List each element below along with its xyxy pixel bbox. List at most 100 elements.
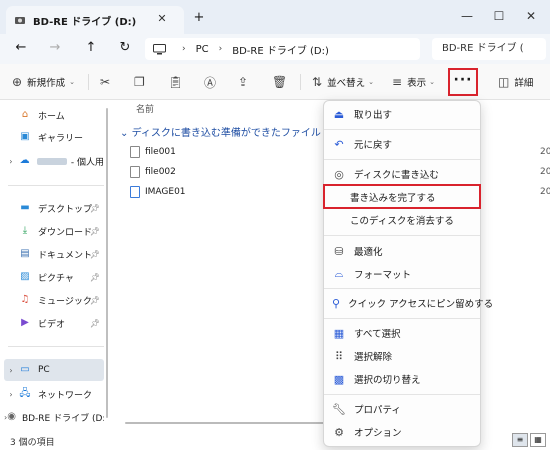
details-button[interactable]: ◫ 詳細: [498, 72, 533, 92]
menu-item-label: 選択解除: [354, 352, 393, 363]
forward-button[interactable]: →: [44, 37, 66, 59]
file-row[interactable]: file002: [130, 163, 176, 181]
sidebar-item-label: - 個人用: [70, 157, 104, 168]
menu-item-select-all[interactable]: ▦ すべて選択: [328, 322, 476, 344]
select-none-icon: ⠿: [334, 349, 344, 363]
music-icon: ♫: [20, 294, 30, 305]
menu-item-label: 取り出す: [354, 110, 393, 121]
breadcrumb-drive[interactable]: BD-RE ドライブ (D:): [232, 42, 329, 57]
menu-item-burn-to-disc[interactable]: ◎ ディスクに書き込む: [328, 163, 476, 185]
maximize-button[interactable]: ☐: [484, 7, 514, 25]
sidebar-item-pc[interactable]: › ▭ PC: [4, 359, 104, 381]
sidebar-item-documents[interactable]: ▤ ドキュメント 📌︎: [4, 243, 104, 265]
menu-item-undo[interactable]: ↶ 元に戻す: [328, 133, 476, 155]
pin-icon: ⚲: [332, 296, 341, 310]
copy-icon[interactable]: ❐: [134, 72, 150, 92]
sidebar-item-gallery[interactable]: ▣ ギャラリー: [4, 126, 104, 148]
optimize-icon: ⛁: [334, 244, 344, 258]
tab-close-button[interactable]: ✕: [152, 10, 172, 28]
menu-item-select-none[interactable]: ⠿ 選択解除: [328, 345, 476, 367]
sidebar-item-label: BD-RE ドライブ (D:: [21, 413, 104, 424]
chevron-down-icon: ⌄: [368, 78, 374, 86]
cut-icon[interactable]: ✂: [100, 72, 115, 92]
back-button[interactable]: ←: [10, 37, 32, 59]
sidebar-item-home[interactable]: ⌂ ホーム: [4, 104, 104, 126]
sidebar-item-label: ネットワーク: [38, 390, 93, 401]
view-button[interactable]: ≡ 表示 ⌄: [392, 72, 435, 92]
chevron-right-icon[interactable]: ›: [4, 157, 18, 166]
minimize-button[interactable]: —: [452, 7, 482, 25]
new-tab-button[interactable]: +: [190, 9, 208, 27]
desktop-icon: ▬: [20, 202, 30, 213]
burn-disc-icon: ◎: [334, 167, 344, 181]
pin-icon: 📌︎: [89, 249, 100, 259]
rename-icon[interactable]: Ⓐ: [204, 72, 221, 92]
file-name: file002: [145, 167, 176, 177]
sidebar-item-onedrive[interactable]: › ☁ - 個人用: [4, 150, 104, 172]
share-icon[interactable]: ⇪: [238, 72, 253, 92]
toolbar-divider: [300, 74, 301, 90]
menu-item-properties[interactable]: 🔧︎ プロパティ: [328, 398, 476, 420]
menu-item-label: 選択の切り替え: [354, 375, 421, 386]
pictures-icon: ▨: [20, 271, 30, 282]
delete-icon[interactable]: 🗑︎: [272, 72, 292, 92]
menu-item-format[interactable]: ⌓ フォーマット: [328, 263, 476, 285]
sort-button-label: 並べ替え: [327, 78, 366, 89]
disc-drive-icon: ◉: [7, 411, 16, 422]
onedrive-icon: ☁: [19, 155, 30, 166]
column-header-name[interactable]: 名前: [136, 102, 154, 115]
search-input[interactable]: BD-RE ドライブ (: [432, 38, 546, 60]
file-icon: [130, 146, 140, 158]
menu-item-optimize[interactable]: ⛁ 最適化: [328, 240, 476, 262]
sidebar-item-network[interactable]: › 🖧︎ ネットワーク: [4, 383, 104, 405]
properties-icon: 🔧︎: [332, 402, 346, 416]
sort-button[interactable]: ⇅ 並べ替え ⌄: [312, 72, 374, 92]
details-view-icon[interactable]: ≡: [512, 433, 528, 447]
menu-item-invert-selection[interactable]: ▩ 選択の切り替え: [328, 368, 476, 390]
group-header[interactable]: ⌄ ディスクに書き込む準備ができたファイル: [120, 124, 321, 139]
menu-item-options[interactable]: ⚙ オプション: [328, 421, 476, 443]
chevron-right-icon: ›: [218, 44, 223, 54]
highlight-box: [323, 184, 481, 209]
sidebar-item-bd-drive[interactable]: › ◉ BD-RE ドライブ (D:: [4, 406, 104, 428]
address-bar[interactable]: › PC › BD-RE ドライブ (D:): [145, 38, 420, 60]
up-button[interactable]: ↑: [80, 37, 102, 59]
refresh-button[interactable]: ↻: [114, 37, 136, 59]
sidebar-item-downloads[interactable]: ⤓ ダウンロード 📌︎: [4, 220, 104, 242]
new-button[interactable]: ⊕ 新規作成 ⌄: [12, 72, 75, 92]
menu-divider: [324, 318, 480, 319]
breadcrumb-pc[interactable]: PC: [196, 44, 209, 55]
chevron-right-icon[interactable]: ›: [4, 366, 18, 375]
paste-icon[interactable]: 📋︎: [168, 72, 188, 92]
tiles-view-icon[interactable]: ▦: [530, 433, 546, 447]
sidebar-item-desktop[interactable]: ▬ デスクトップ 📌︎: [4, 197, 104, 219]
sidebar-item-label: ピクチャ: [38, 273, 74, 284]
sort-icon: ⇅: [312, 75, 323, 89]
chevron-right-icon[interactable]: ›: [4, 390, 18, 399]
menu-item-label: ディスクに書き込む: [354, 170, 439, 181]
menu-item-label: 最適化: [354, 247, 383, 258]
sidebar-item-label: ビデオ: [38, 319, 66, 330]
sidebar-item-music[interactable]: ♫ ミュージック 📌︎: [4, 289, 104, 311]
horizontal-scrollbar[interactable]: [125, 422, 325, 424]
file-row[interactable]: IMAGE01: [130, 183, 186, 201]
close-button[interactable]: ✕: [516, 7, 546, 25]
sidebar-item-label: ホーム: [38, 111, 65, 122]
view-button-label: 表示: [407, 78, 427, 89]
see-more-button[interactable]: ···: [448, 68, 478, 96]
sidebar-item-label: ギャラリー: [38, 133, 84, 144]
file-row[interactable]: file001: [130, 143, 176, 161]
menu-item-pin-quick-access[interactable]: ⚲ クイック アクセスにピン留めする: [328, 292, 493, 314]
sidebar-scrollbar[interactable]: [106, 108, 108, 418]
network-icon: 🖧︎: [19, 388, 31, 399]
date-column-cell: 20: [540, 187, 550, 197]
menu-item-eject[interactable]: ⏏ 取り出す: [328, 103, 476, 125]
menu-divider: [324, 235, 480, 236]
menu-divider: [324, 129, 480, 130]
sidebar-item-pictures[interactable]: ▨ ピクチャ 📌︎: [4, 266, 104, 288]
chevron-down-icon: ⌄: [120, 128, 129, 139]
menu-item-erase-disc[interactable]: このディスクを消去する: [328, 209, 476, 231]
sidebar-item-videos[interactable]: ▶ ビデオ 📌︎: [4, 312, 104, 334]
toolbar-divider: [88, 74, 89, 90]
pin-icon: 📌︎: [89, 226, 100, 236]
